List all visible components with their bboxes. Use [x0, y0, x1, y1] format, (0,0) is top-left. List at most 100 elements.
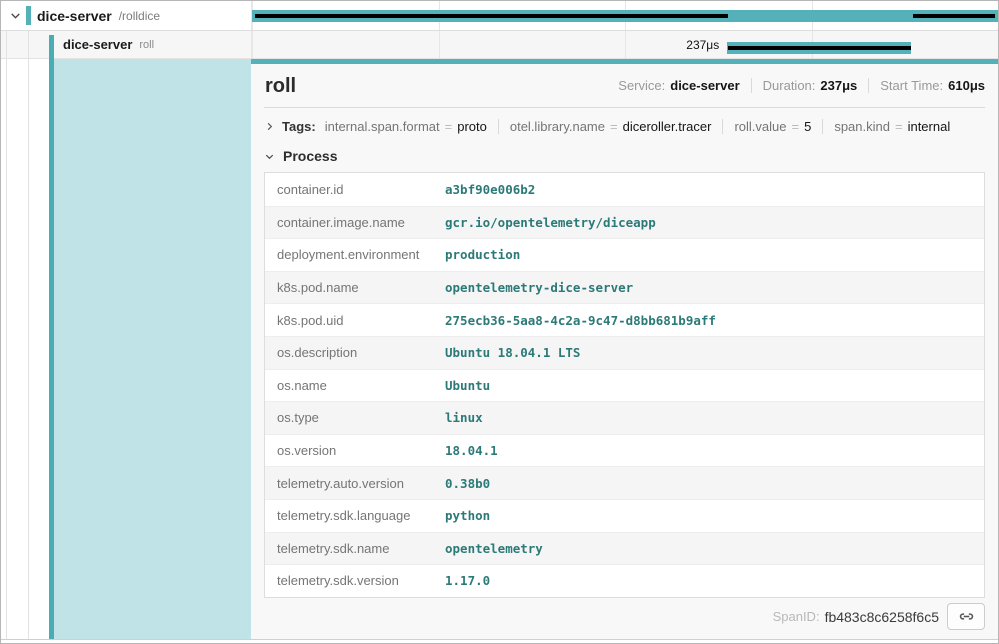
timeline-gridline: [625, 31, 626, 58]
start-time-value: 610μs: [948, 78, 985, 93]
span-detail-panel: roll Service: dice-server Duration: 237μ…: [251, 59, 998, 639]
span-id-value: fb483c8c6258f6c5: [825, 609, 939, 625]
window-bottom-strip: [1, 639, 998, 643]
process-value: 18.04.1: [445, 443, 498, 458]
tags-list: internal.span.format = proto otel.librar…: [325, 119, 951, 134]
tree-guide-line: [28, 31, 29, 58]
copy-span-link-button[interactable]: [947, 603, 985, 630]
service-name: dice-server: [37, 8, 112, 24]
meta-divider: [751, 78, 752, 93]
tags-label: Tags:: [282, 119, 316, 134]
link-icon: [957, 607, 976, 626]
tag-equals: =: [445, 119, 453, 134]
tag-value: proto: [457, 119, 487, 134]
process-toggle[interactable]: Process: [264, 148, 985, 164]
span-detail-footer: SpanID: fb483c8c6258f6c5: [264, 598, 985, 636]
timeline-gridline: [252, 31, 253, 58]
table-row: telemetry.sdk.name opentelemetry: [265, 532, 984, 565]
tag-item: span.kind = internal: [834, 119, 950, 134]
start-time-label: Start Time:: [880, 78, 943, 93]
span-detail-header[interactable]: roll Service: dice-server Duration: 237μ…: [264, 73, 985, 98]
process-key: container.image.name: [265, 215, 445, 230]
selected-span-highlight: [54, 59, 251, 639]
chevron-right-icon: [264, 121, 275, 132]
tag-equals: =: [610, 119, 618, 134]
process-key: telemetry.auto.version: [265, 476, 445, 491]
table-row: os.type linux: [265, 401, 984, 434]
span-color-bar: [49, 35, 54, 59]
critical-path-segment: [728, 46, 910, 50]
span-color-bar: [26, 6, 31, 25]
table-row: os.name Ubuntu: [265, 369, 984, 402]
duration-label: Duration:: [763, 78, 816, 93]
table-row: k8s.pod.uid 275ecb36-5aa8-4c2a-9c47-d8bb…: [265, 303, 984, 336]
span-row-rolldice: dice-server /rolldice: [1, 1, 998, 31]
span-bar-roll[interactable]: [727, 42, 911, 54]
process-key: telemetry.sdk.language: [265, 508, 445, 523]
process-key: os.description: [265, 345, 445, 360]
tag-item: internal.span.format = proto: [325, 119, 487, 134]
tag-value: diceroller.tracer: [623, 119, 712, 134]
service-name: dice-server: [63, 37, 132, 52]
table-row: container.image.name gcr.io/opentelemetr…: [265, 206, 984, 239]
process-key: os.type: [265, 410, 445, 425]
tag-equals: =: [792, 119, 800, 134]
span-bar-rolldice[interactable]: [252, 10, 998, 22]
table-row: deployment.environment production: [265, 238, 984, 271]
span-name-cell-roll[interactable]: dice-server roll: [1, 31, 251, 58]
chevron-down-icon: [264, 151, 275, 162]
trace-body: roll Service: dice-server Duration: 237μ…: [1, 59, 998, 639]
span-meta: Service: dice-server Duration: 237μs Sta…: [618, 78, 985, 93]
tag-key: otel.library.name: [510, 119, 605, 134]
tag-divider: [722, 119, 723, 134]
span-row-roll: dice-server roll 237μs: [1, 31, 998, 59]
process-value: 0.38b0: [445, 476, 490, 491]
meta-divider: [868, 78, 869, 93]
operation-name: roll: [139, 39, 154, 51]
table-row: os.description Ubuntu 18.04.1 LTS: [265, 336, 984, 369]
left-gutter: [1, 59, 251, 639]
process-key: telemetry.sdk.version: [265, 573, 445, 588]
process-key: k8s.pod.uid: [265, 313, 445, 328]
process-key: deployment.environment: [265, 247, 445, 262]
process-value: python: [445, 508, 490, 523]
service-value: dice-server: [670, 78, 739, 93]
critical-path-segment: [255, 14, 728, 18]
process-value: linux: [445, 410, 483, 425]
duration-value: 237μs: [820, 78, 857, 93]
chevron-down-icon[interactable]: [8, 9, 22, 22]
process-key-value-table: container.id a3bf90e006b2 container.imag…: [264, 172, 985, 598]
tree-guide-line: [28, 59, 29, 639]
table-row: telemetry.sdk.version 1.17.0: [265, 564, 984, 597]
table-row: k8s.pod.name opentelemetry-dice-server: [265, 271, 984, 304]
process-value: Ubuntu 18.04.1 LTS: [445, 345, 580, 360]
process-key: os.name: [265, 378, 445, 393]
service-label: Service:: [618, 78, 665, 93]
process-value: 1.17.0: [445, 573, 490, 588]
process-key: container.id: [265, 182, 445, 197]
tag-divider: [822, 119, 823, 134]
span-duration-label: 237μs: [686, 38, 719, 52]
span-title: roll: [265, 75, 296, 98]
process-value: opentelemetry-dice-server: [445, 280, 633, 295]
process-value: Ubuntu: [445, 378, 490, 393]
tag-item: roll.value = 5: [734, 119, 811, 134]
operation-name: /rolldice: [119, 9, 160, 23]
process-label: Process: [283, 148, 337, 164]
span-name-cell-rolldice[interactable]: dice-server /rolldice: [1, 1, 251, 30]
tag-equals: =: [895, 119, 903, 134]
tree-guide-line: [6, 59, 7, 639]
tags-toggle[interactable]: Tags: internal.span.format = proto otel.…: [264, 119, 985, 134]
tree-guide-line: [6, 31, 7, 58]
table-row: container.id a3bf90e006b2: [265, 173, 984, 206]
tag-value: internal: [908, 119, 951, 134]
timeline-cell-roll: 237μs: [251, 31, 998, 58]
process-value: gcr.io/opentelemetry/diceapp: [445, 215, 656, 230]
tag-key: internal.span.format: [325, 119, 440, 134]
tag-value: 5: [804, 119, 811, 134]
jaeger-trace-detail-view: dice-server /rolldice dice-server roll 2…: [0, 0, 999, 644]
process-key: telemetry.sdk.name: [265, 541, 445, 556]
timeline-cell-rolldice: [251, 1, 998, 30]
process-value: a3bf90e006b2: [445, 182, 535, 197]
process-key: k8s.pod.name: [265, 280, 445, 295]
